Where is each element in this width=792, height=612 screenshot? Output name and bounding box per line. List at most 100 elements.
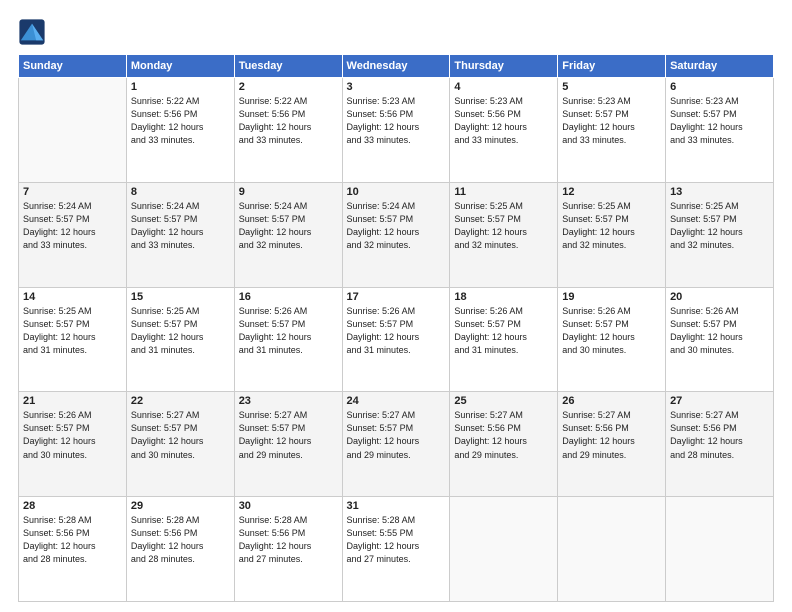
day-cell: 8 Sunrise: 5:24 AMSunset: 5:57 PMDaylight… (126, 182, 234, 287)
week-row-1: 1 Sunrise: 5:22 AMSunset: 5:56 PMDaylight… (19, 78, 774, 183)
col-header-thursday: Thursday (450, 55, 558, 78)
day-number: 24 (347, 395, 446, 407)
day-number: 7 (23, 186, 122, 198)
day-info: Sunrise: 5:24 AMSunset: 5:57 PMDaylight:… (131, 200, 230, 252)
day-info: Sunrise: 5:26 AMSunset: 5:57 PMDaylight:… (239, 305, 338, 357)
day-number: 25 (454, 395, 553, 407)
col-header-tuesday: Tuesday (234, 55, 342, 78)
day-number: 11 (454, 186, 553, 198)
col-header-sunday: Sunday (19, 55, 127, 78)
day-number: 15 (131, 291, 230, 303)
col-header-saturday: Saturday (666, 55, 774, 78)
day-cell: 14 Sunrise: 5:25 AMSunset: 5:57 PMDayligh… (19, 287, 127, 392)
day-number: 20 (670, 291, 769, 303)
day-cell: 10 Sunrise: 5:24 AMSunset: 5:57 PMDayligh… (342, 182, 450, 287)
day-cell: 29Sunrise: 5:28 AMSunset: 5:56 PMDayligh… (126, 497, 234, 602)
logo-icon (18, 18, 46, 46)
day-cell: 24Sunrise: 5:27 AMSunset: 5:57 PMDayligh… (342, 392, 450, 497)
day-cell: 11 Sunrise: 5:25 AMSunset: 5:57 PMDayligh… (450, 182, 558, 287)
day-cell: 15 Sunrise: 5:25 AMSunset: 5:57 PMDayligh… (126, 287, 234, 392)
day-info: Sunrise: 5:25 AMSunset: 5:57 PMDaylight:… (562, 200, 661, 252)
week-row-4: 21 Sunrise: 5:26 AMSunset: 5:57 PMDayligh… (19, 392, 774, 497)
day-info: Sunrise: 5:26 AMSunset: 5:57 PMDaylight:… (347, 305, 446, 357)
day-cell: 12Sunrise: 5:25 AMSunset: 5:57 PMDayligh… (558, 182, 666, 287)
day-cell: 25 Sunrise: 5:27 AMSunset: 5:56 PMDayligh… (450, 392, 558, 497)
col-header-monday: Monday (126, 55, 234, 78)
header-row: SundayMondayTuesdayWednesdayThursdayFrid… (19, 55, 774, 78)
day-info: Sunrise: 5:23 AMSunset: 5:57 PMDaylight:… (562, 95, 661, 147)
day-cell: 26Sunrise: 5:27 AMSunset: 5:56 PMDayligh… (558, 392, 666, 497)
day-number: 1 (131, 81, 230, 93)
day-cell (19, 78, 127, 183)
day-info: Sunrise: 5:26 AMSunset: 5:57 PMDaylight:… (454, 305, 553, 357)
day-number: 4 (454, 81, 553, 93)
day-number: 28 (23, 500, 122, 512)
day-cell: 19 Sunrise: 5:26 AMSunset: 5:57 PMDayligh… (558, 287, 666, 392)
day-info: Sunrise: 5:23 AMSunset: 5:56 PMDaylight:… (347, 95, 446, 147)
day-cell: 30 Sunrise: 5:28 AMSunset: 5:56 PMDayligh… (234, 497, 342, 602)
day-cell: 6Sunrise: 5:23 AMSunset: 5:57 PMDaylight… (666, 78, 774, 183)
day-info: Sunrise: 5:22 AMSunset: 5:56 PMDaylight:… (239, 95, 338, 147)
day-info: Sunrise: 5:25 AMSunset: 5:57 PMDaylight:… (23, 305, 122, 357)
day-info: Sunrise: 5:28 AMSunset: 5:56 PMDaylight:… (131, 514, 230, 566)
day-cell: 1 Sunrise: 5:22 AMSunset: 5:56 PMDaylight… (126, 78, 234, 183)
day-info: Sunrise: 5:24 AMSunset: 5:57 PMDaylight:… (347, 200, 446, 252)
day-cell: 27Sunrise: 5:27 AMSunset: 5:56 PMDayligh… (666, 392, 774, 497)
day-number: 14 (23, 291, 122, 303)
day-cell: 13 Sunrise: 5:25 AMSunset: 5:57 PMDayligh… (666, 182, 774, 287)
day-cell: 21 Sunrise: 5:26 AMSunset: 5:57 PMDayligh… (19, 392, 127, 497)
day-info: Sunrise: 5:28 AMSunset: 5:55 PMDaylight:… (347, 514, 446, 566)
day-info: Sunrise: 5:24 AMSunset: 5:57 PMDaylight:… (239, 200, 338, 252)
day-info: Sunrise: 5:27 AMSunset: 5:57 PMDaylight:… (239, 409, 338, 461)
day-cell: 5 Sunrise: 5:23 AMSunset: 5:57 PMDaylight… (558, 78, 666, 183)
day-info: Sunrise: 5:27 AMSunset: 5:57 PMDaylight:… (131, 409, 230, 461)
calendar: SundayMondayTuesdayWednesdayThursdayFrid… (18, 54, 774, 602)
day-cell (666, 497, 774, 602)
day-info: Sunrise: 5:24 AMSunset: 5:57 PMDaylight:… (23, 200, 122, 252)
day-cell: 31 Sunrise: 5:28 AMSunset: 5:55 PMDayligh… (342, 497, 450, 602)
day-cell: 7 Sunrise: 5:24 AMSunset: 5:57 PMDaylight… (19, 182, 127, 287)
day-number: 8 (131, 186, 230, 198)
day-number: 30 (239, 500, 338, 512)
day-cell: 18 Sunrise: 5:26 AMSunset: 5:57 PMDayligh… (450, 287, 558, 392)
day-info: Sunrise: 5:28 AMSunset: 5:56 PMDaylight:… (239, 514, 338, 566)
day-number: 31 (347, 500, 446, 512)
day-number: 5 (562, 81, 661, 93)
page: SundayMondayTuesdayWednesdayThursdayFrid… (0, 0, 792, 612)
col-header-wednesday: Wednesday (342, 55, 450, 78)
day-number: 23 (239, 395, 338, 407)
day-cell: 16Sunrise: 5:26 AMSunset: 5:57 PMDayligh… (234, 287, 342, 392)
day-info: Sunrise: 5:25 AMSunset: 5:57 PMDaylight:… (454, 200, 553, 252)
day-cell: 23 Sunrise: 5:27 AMSunset: 5:57 PMDayligh… (234, 392, 342, 497)
day-number: 18 (454, 291, 553, 303)
day-info: Sunrise: 5:26 AMSunset: 5:57 PMDaylight:… (562, 305, 661, 357)
day-info: Sunrise: 5:23 AMSunset: 5:56 PMDaylight:… (454, 95, 553, 147)
week-row-5: 28 Sunrise: 5:28 AMSunset: 5:56 PMDayligh… (19, 497, 774, 602)
day-info: Sunrise: 5:27 AMSunset: 5:56 PMDaylight:… (562, 409, 661, 461)
day-number: 3 (347, 81, 446, 93)
day-number: 10 (347, 186, 446, 198)
day-cell: 22 Sunrise: 5:27 AMSunset: 5:57 PMDayligh… (126, 392, 234, 497)
week-row-2: 7 Sunrise: 5:24 AMSunset: 5:57 PMDaylight… (19, 182, 774, 287)
day-cell: 28 Sunrise: 5:28 AMSunset: 5:56 PMDayligh… (19, 497, 127, 602)
day-info: Sunrise: 5:22 AMSunset: 5:56 PMDaylight:… (131, 95, 230, 147)
day-info: Sunrise: 5:28 AMSunset: 5:56 PMDaylight:… (23, 514, 122, 566)
day-number: 19 (562, 291, 661, 303)
day-number: 17 (347, 291, 446, 303)
day-number: 21 (23, 395, 122, 407)
logo (18, 18, 50, 46)
day-info: Sunrise: 5:26 AMSunset: 5:57 PMDaylight:… (23, 409, 122, 461)
day-number: 22 (131, 395, 230, 407)
day-info: Sunrise: 5:27 AMSunset: 5:56 PMDaylight:… (454, 409, 553, 461)
header (18, 18, 774, 46)
day-info: Sunrise: 5:25 AMSunset: 5:57 PMDaylight:… (131, 305, 230, 357)
col-header-friday: Friday (558, 55, 666, 78)
day-info: Sunrise: 5:26 AMSunset: 5:57 PMDaylight:… (670, 305, 769, 357)
day-cell (558, 497, 666, 602)
day-info: Sunrise: 5:27 AMSunset: 5:56 PMDaylight:… (670, 409, 769, 461)
day-cell: 2 Sunrise: 5:22 AMSunset: 5:56 PMDaylight… (234, 78, 342, 183)
day-number: 13 (670, 186, 769, 198)
day-info: Sunrise: 5:25 AMSunset: 5:57 PMDaylight:… (670, 200, 769, 252)
day-cell: 17 Sunrise: 5:26 AMSunset: 5:57 PMDayligh… (342, 287, 450, 392)
day-number: 2 (239, 81, 338, 93)
